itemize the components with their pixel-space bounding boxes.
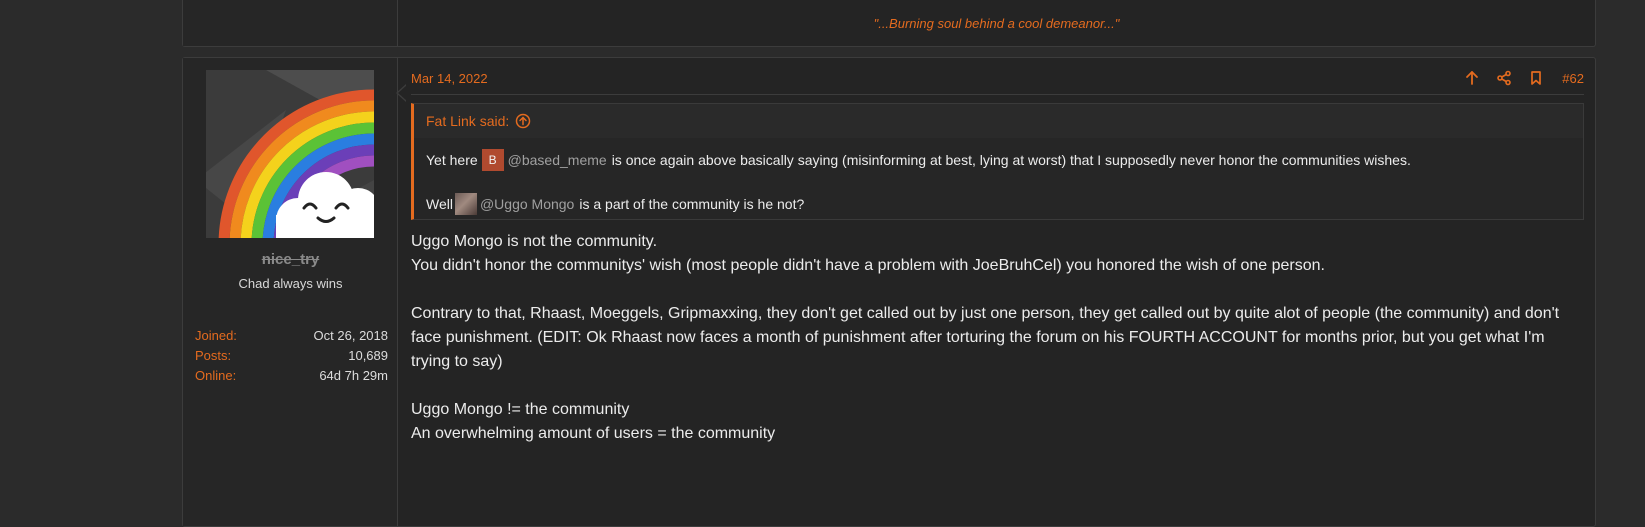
stat-label: Posts: bbox=[195, 348, 232, 363]
mention-avatar[interactable]: B bbox=[481, 149, 504, 171]
quote-header[interactable]: Fat Link said: bbox=[414, 104, 1583, 138]
user-stats: Joined: Oct 26, 2018 Posts: 10,689 Onlin… bbox=[195, 326, 388, 386]
stat-online: Online: 64d 7h 29m bbox=[195, 366, 388, 386]
username[interactable]: nice_try bbox=[183, 251, 398, 268]
message-arrow-inner bbox=[398, 85, 407, 101]
quote-text: Well bbox=[426, 196, 453, 212]
post-body: Uggo Mongo is not the community. You did… bbox=[411, 230, 1584, 446]
quote-block: Fat Link said: Yet here B @based_meme is… bbox=[411, 103, 1584, 220]
mention-avatar[interactable] bbox=[454, 193, 477, 215]
user-title: Chad always wins bbox=[238, 276, 343, 291]
quote-line: Well @Uggo Mongo is a part of the commun… bbox=[426, 192, 1571, 216]
post-number[interactable]: #62 bbox=[1562, 71, 1584, 86]
bookmark-icon[interactable] bbox=[1528, 70, 1544, 86]
post-paragraph: Contrary to that, Rhaast, Moeggels, Grip… bbox=[411, 305, 1560, 370]
user-cell: nice_try Chad always wins Joined: Oct 26… bbox=[183, 58, 398, 526]
user-mention[interactable]: @based_meme bbox=[508, 148, 607, 172]
quote-text: Yet here bbox=[426, 152, 478, 168]
previous-post-user-cell bbox=[183, 0, 398, 46]
post-paragraph: An overwhelming amount of users = the co… bbox=[411, 425, 776, 442]
post-paragraph: You didn't honor the communitys' wish (m… bbox=[411, 257, 1325, 274]
previous-post: "...Burning soul behind a cool demeanor.… bbox=[182, 0, 1596, 47]
forum-post: nice_try Chad always wins Joined: Oct 26… bbox=[182, 57, 1596, 527]
quote-body: Yet here B @based_meme is once again abo… bbox=[414, 138, 1583, 216]
quote-line: Yet here B @based_meme is once again abo… bbox=[426, 148, 1571, 172]
quote-text: is once again above basically saying (mi… bbox=[611, 152, 1411, 168]
post-header: Mar 14, 2022 #62 bbox=[411, 58, 1584, 95]
stat-value: Oct 26, 2018 bbox=[313, 328, 388, 343]
stat-value: 64d 7h 29m bbox=[319, 368, 388, 383]
post-actions: #62 bbox=[1448, 70, 1584, 86]
message-main: Mar 14, 2022 #62 Fat Link said: Yet here… bbox=[411, 58, 1584, 526]
circle-up-arrow-icon[interactable] bbox=[515, 113, 531, 129]
stat-joined: Joined: Oct 26, 2018 bbox=[195, 326, 388, 346]
user-mention[interactable]: @Uggo Mongo bbox=[480, 192, 574, 216]
avatar-image bbox=[206, 70, 374, 238]
post-date[interactable]: Mar 14, 2022 bbox=[411, 71, 488, 86]
stat-posts: Posts: 10,689 bbox=[195, 346, 388, 366]
up-arrow-icon[interactable] bbox=[1464, 70, 1480, 86]
share-icon[interactable] bbox=[1496, 70, 1512, 86]
post-paragraph: Uggo Mongo != the community bbox=[411, 401, 630, 418]
stat-label: Online: bbox=[195, 368, 237, 383]
quote-text: is a part of the community is he not? bbox=[579, 196, 805, 212]
post-paragraph: Uggo Mongo is not the community. bbox=[411, 233, 658, 250]
signature: "...Burning soul behind a cool demeanor.… bbox=[873, 16, 1120, 31]
stat-value: 10,689 bbox=[348, 348, 388, 363]
quote-author[interactable]: Fat Link said: bbox=[426, 104, 509, 138]
stat-label: Joined: bbox=[195, 328, 237, 343]
avatar[interactable] bbox=[206, 70, 374, 238]
